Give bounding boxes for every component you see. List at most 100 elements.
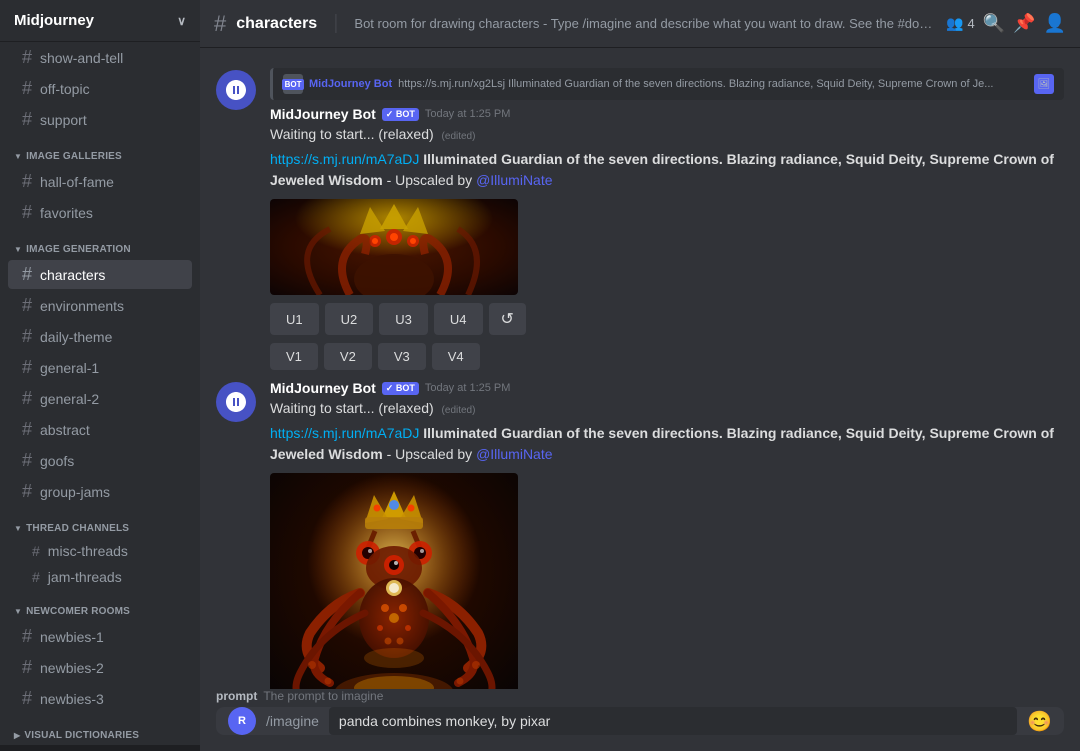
channel-label: hall-of-fame xyxy=(40,174,114,190)
thread-hash-icon: # xyxy=(32,569,40,585)
section-visual-dict[interactable]: ▶ VISUAL DICTIONARIES xyxy=(0,714,200,745)
topbar-separator: | xyxy=(333,12,338,35)
sidebar-item-favorites[interactable]: # favorites xyxy=(8,198,192,227)
channel-label: show-and-tell xyxy=(40,50,123,66)
sidebar-item-newbies-2[interactable]: # newbies-2 xyxy=(8,653,192,682)
input-box: R /imagine 😊 xyxy=(216,707,1064,735)
upscale-mention: @IllumiNate xyxy=(476,172,552,188)
section-newcomer-rooms[interactable]: ▼ NEWCOMER ROOMS xyxy=(0,590,200,621)
channel-label: abstract xyxy=(40,422,90,438)
upscale-by-2: - Upscaled by xyxy=(387,446,476,462)
sidebar-item-abstract[interactable]: # abstract xyxy=(8,415,192,444)
hash-icon: # xyxy=(22,657,32,678)
edited-label: (edited) xyxy=(442,131,476,142)
hash-icon: # xyxy=(22,109,32,130)
channel-name: characters xyxy=(236,15,317,33)
sidebar-item-environments[interactable]: # environments xyxy=(8,291,192,320)
sidebar-item-newbies-3[interactable]: # newbies-3 xyxy=(8,684,192,713)
v4-button[interactable]: V4 xyxy=(432,343,480,370)
channel-label: group-jams xyxy=(40,484,110,500)
u4-button[interactable]: U4 xyxy=(434,303,483,335)
sidebar-item-general-1[interactable]: # general-1 xyxy=(8,353,192,382)
sidebar-item-show-and-tell[interactable]: # show-and-tell xyxy=(8,43,192,72)
sidebar-item-daily-theme[interactable]: # daily-theme xyxy=(8,322,192,351)
input-avatar: R xyxy=(228,707,256,735)
channel-label: daily-theme xyxy=(40,329,112,345)
channel-label: jam-threads xyxy=(48,569,122,585)
topbar: # characters | Bot room for drawing char… xyxy=(200,0,1080,48)
v2-button[interactable]: V2 xyxy=(324,343,372,370)
u3-button[interactable]: U3 xyxy=(379,303,428,335)
member-list-icon[interactable]: 👤 xyxy=(1044,13,1066,34)
v3-button[interactable]: V3 xyxy=(378,343,426,370)
channel-description: Bot room for drawing characters - Type /… xyxy=(354,16,936,31)
refresh-button[interactable]: ↺ xyxy=(489,303,526,335)
image-link[interactable]: https://s.mj.run/mA7aDJ xyxy=(270,151,419,167)
messages-area: BOT MidJourney Bot https://s.mj.run/xg2L… xyxy=(200,48,1080,689)
mention-line: BOT MidJourney Bot https://s.mj.run/xg2L… xyxy=(270,68,1064,100)
command-prefix: /imagine xyxy=(266,713,319,729)
section-image-galleries[interactable]: ▼ IMAGE GALLERIES xyxy=(0,135,200,166)
v1-button[interactable]: V1 xyxy=(270,343,318,370)
main-image-container[interactable] xyxy=(270,473,1064,689)
image-link-2[interactable]: https://s.mj.run/mA7aDJ xyxy=(270,425,419,441)
message-header-2: MidJourney Bot ✓ BOT Today at 1:25 PM xyxy=(270,380,1064,396)
section-thread-channels[interactable]: ▼ THREAD CHANNELS xyxy=(0,507,200,538)
collapse-arrow-icon: ▼ xyxy=(14,607,22,616)
message-waiting-2: Waiting to start... (relaxed) (edited) xyxy=(270,398,1064,419)
ref-image-icon: 🖼 xyxy=(1034,74,1054,94)
server-header[interactable]: Midjourney ∨ xyxy=(0,0,200,42)
ref-author: MidJourney Bot xyxy=(309,78,392,90)
sidebar-item-group-jams[interactable]: # group-jams xyxy=(8,477,192,506)
message-author: MidJourney Bot xyxy=(270,106,376,122)
sidebar-item-newbies-1[interactable]: # newbies-1 xyxy=(8,622,192,651)
hash-icon: # xyxy=(22,47,32,68)
sidebar-item-support[interactable]: # support xyxy=(8,105,192,134)
channel-label: off-topic xyxy=(40,81,90,97)
members-icon: 👥 xyxy=(946,15,963,32)
message-time-2: Today at 1:25 PM xyxy=(425,382,511,394)
hash-icon: # xyxy=(22,419,32,440)
channel-label: general-1 xyxy=(40,360,99,376)
hash-icon: # xyxy=(22,450,32,471)
message-time: Today at 1:25 PM xyxy=(425,108,511,120)
upscale-buttons: U1 U2 U3 U4 ↺ xyxy=(270,303,1064,335)
input-area: prompt The prompt to imagine R /imagine … xyxy=(200,689,1080,751)
sidebar-item-general-2[interactable]: # general-2 xyxy=(8,384,192,413)
sidebar-item-jam-threads[interactable]: # jam-threads xyxy=(8,565,192,589)
pin-icon[interactable]: 📌 xyxy=(1013,13,1035,34)
channel-label: goofs xyxy=(40,453,74,469)
u1-button[interactable]: U1 xyxy=(270,303,319,335)
edited-label-2: (edited) xyxy=(442,405,476,416)
hash-icon: # xyxy=(22,388,32,409)
message-group-2: MidJourney Bot ✓ BOT Today at 1:25 PM Wa… xyxy=(200,376,1080,689)
hash-icon: # xyxy=(22,688,32,709)
sidebar-item-misc-threads[interactable]: # misc-threads xyxy=(8,539,192,563)
message-body-2: https://s.mj.run/mA7aDJ Illuminated Guar… xyxy=(270,423,1064,465)
topbar-icons: 👥 4 🔍 📌 👤 xyxy=(946,13,1066,34)
channel-label: favorites xyxy=(40,205,93,221)
search-icon[interactable]: 🔍 xyxy=(983,13,1005,34)
prompt-input[interactable] xyxy=(329,707,1017,735)
user-bar: R Ring #5054 🎙 🎧 ⚙ xyxy=(0,745,200,751)
image-container-top[interactable] xyxy=(270,199,1064,295)
hash-icon: # xyxy=(22,626,32,647)
sidebar-item-goofs[interactable]: # goofs xyxy=(8,446,192,475)
hash-icon: # xyxy=(22,295,32,316)
message-group: BOT MidJourney Bot https://s.mj.run/xg2L… xyxy=(200,64,1080,374)
hash-icon: # xyxy=(22,264,32,285)
channel-label: support xyxy=(40,112,87,128)
verified-badge-2: ✓ BOT xyxy=(382,382,419,395)
sidebar-item-hall-of-fame[interactable]: # hall-of-fame xyxy=(8,167,192,196)
message-header: MidJourney Bot ✓ BOT Today at 1:25 PM xyxy=(270,106,1064,122)
channel-label: environments xyxy=(40,298,124,314)
u2-button[interactable]: U2 xyxy=(325,303,374,335)
verified-badge: ✓ BOT xyxy=(382,108,419,121)
server-name: Midjourney xyxy=(14,12,94,29)
emoji-button[interactable]: 😊 xyxy=(1027,709,1052,734)
thread-hash-icon: # xyxy=(32,543,40,559)
message-content: BOT MidJourney Bot https://s.mj.run/xg2L… xyxy=(270,68,1064,370)
sidebar-item-characters[interactable]: # characters xyxy=(8,260,192,289)
section-image-generation[interactable]: ▼ IMAGE GENERATION xyxy=(0,228,200,259)
sidebar-item-off-topic[interactable]: # off-topic xyxy=(8,74,192,103)
